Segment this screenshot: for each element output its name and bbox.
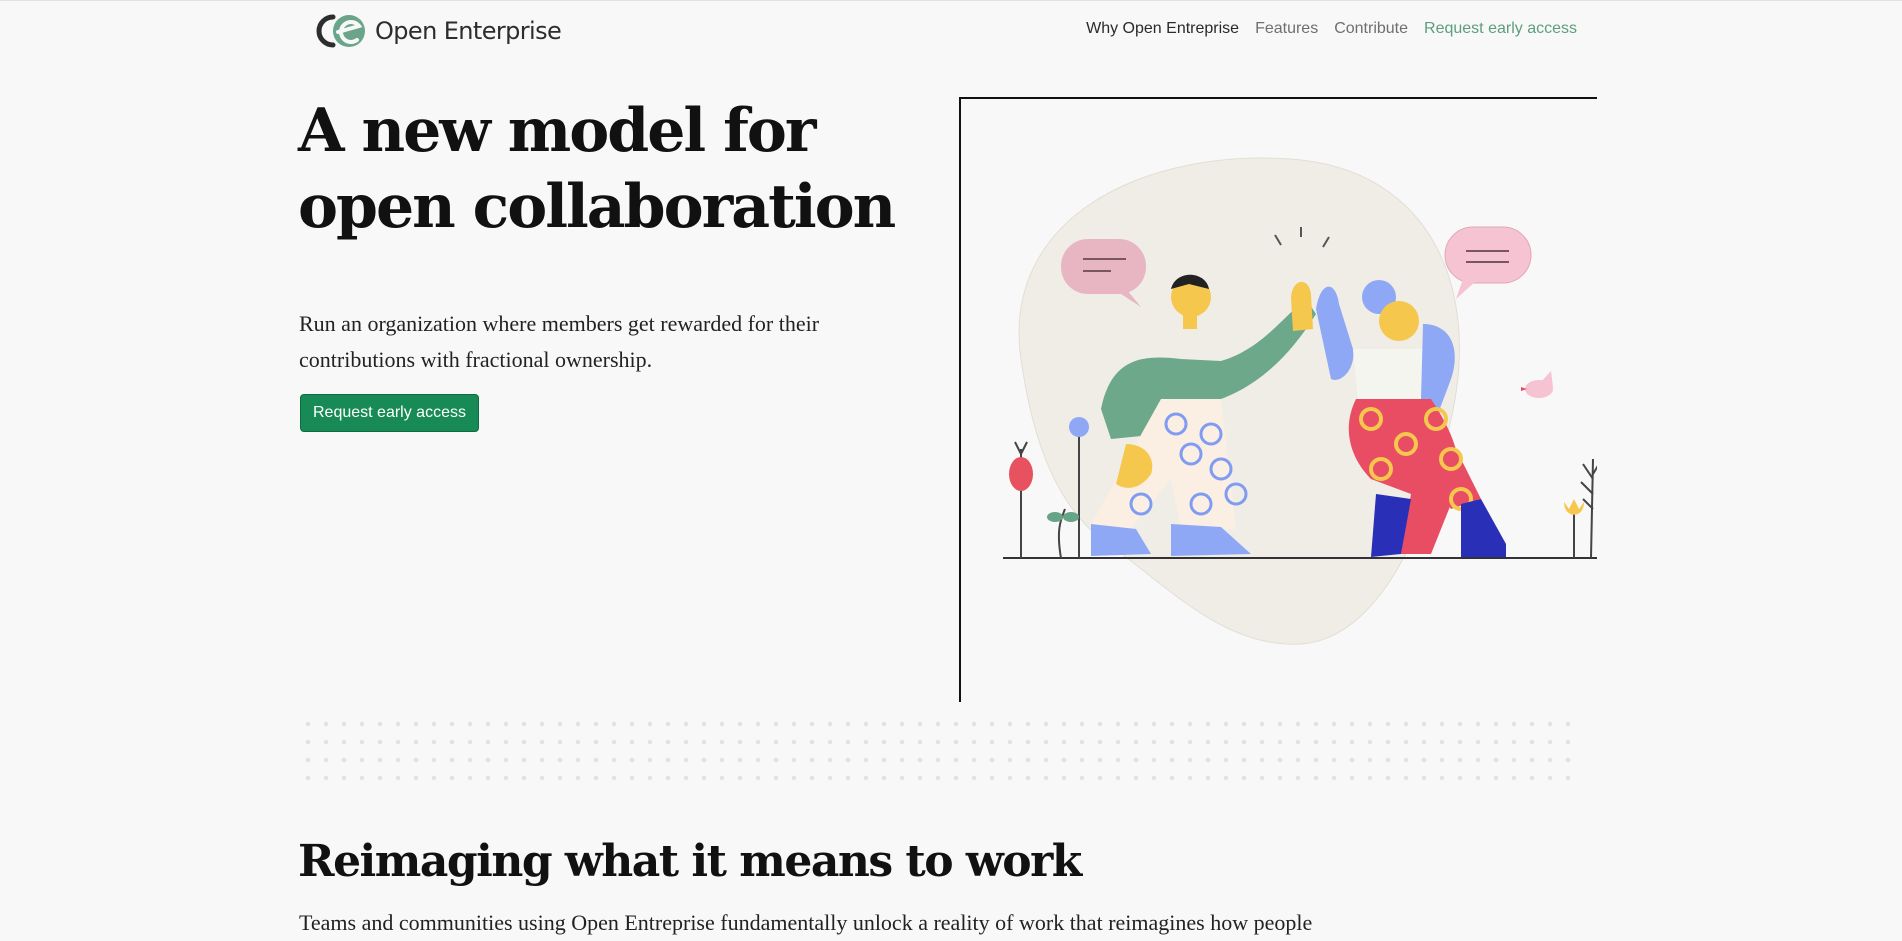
nav-contribute[interactable]: Contribute [1334, 20, 1408, 38]
logo-link[interactable]: Open Enterprise [311, 11, 562, 51]
site-header: Open Enterprise Why Open Entreprise Feat… [0, 1, 1902, 61]
hero-description: Run an organization where members get re… [299, 311, 820, 372]
nav-why-open-entreprise[interactable]: Why Open Entreprise [1086, 20, 1239, 38]
brand-name: Open Enterprise [375, 17, 562, 45]
section-text: Teams and communities using Open Entrepr… [299, 910, 1313, 935]
hero-illustration-frame [959, 97, 1597, 702]
request-early-access-button[interactable]: Request early access [300, 394, 479, 432]
dot-pattern-divider [299, 715, 1571, 787]
open-enterprise-logo-icon [316, 14, 365, 48]
hero-title-line-2: open collaboration [298, 172, 896, 242]
nav-request-early-access[interactable]: Request early access [1424, 20, 1577, 38]
main-nav: Why Open Entreprise Features Contribute … [1086, 20, 1577, 38]
nav-features[interactable]: Features [1255, 20, 1318, 38]
hero-title: A new model for open collaboration [298, 93, 938, 245]
section-title: Reimaging what it means to work [298, 836, 1082, 887]
hero-title-line-1: A new model for [298, 96, 817, 166]
high-five-illustration [1003, 157, 1597, 645]
